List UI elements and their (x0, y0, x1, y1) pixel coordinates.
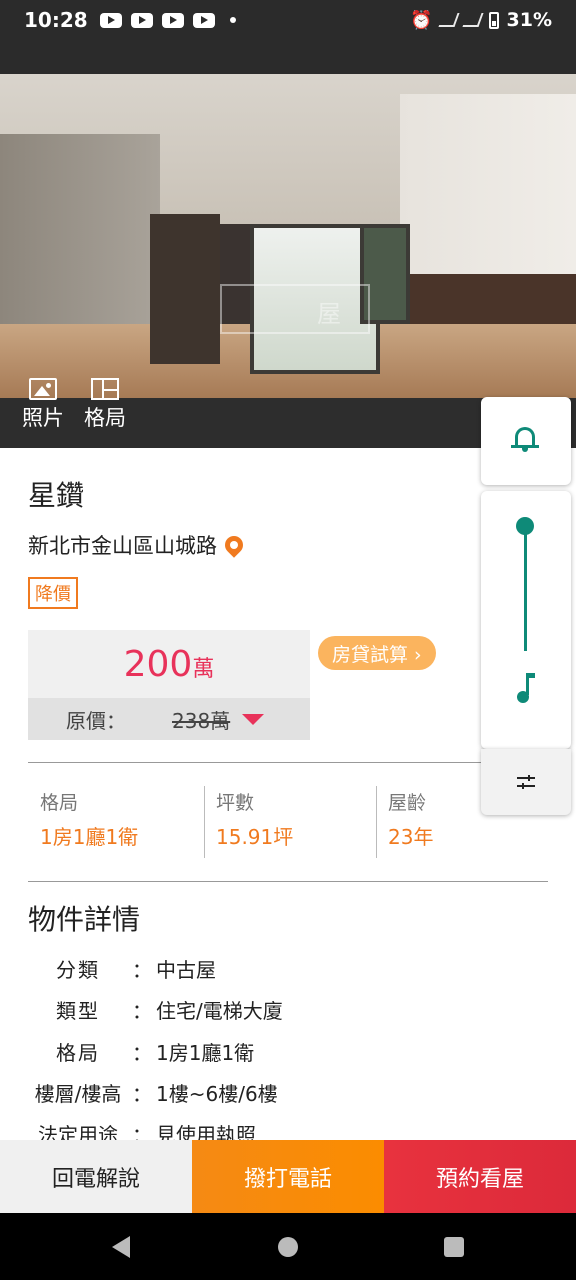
spec-value: 23年 (388, 825, 434, 849)
volume-settings-button[interactable] (481, 749, 571, 815)
detail-colon: ： (132, 998, 152, 1023)
notification-toggle[interactable] (481, 397, 571, 485)
original-price-value: 238萬 (172, 708, 231, 733)
detail-value: 1房1廳1衛 (156, 1040, 255, 1065)
photo-cabinet (150, 214, 220, 364)
detail-row: 分類 ： 中古屋 (28, 950, 216, 986)
spec-label: 坪數 (216, 792, 255, 814)
price-unit: 萬 (192, 657, 215, 682)
detail-key: 樓層/樓高 (34, 1081, 122, 1106)
map-pin-icon[interactable] (221, 532, 247, 558)
price-box: 200萬 原價： 238萬 (28, 630, 310, 740)
price-down-icon (242, 713, 265, 725)
status-bar: 10:28 ⏰ 31% (0, 0, 576, 40)
current-price: 200萬 (28, 644, 310, 685)
spec-age: 屋齡 23年 (388, 788, 433, 858)
bell-clapper (522, 448, 528, 452)
home-icon[interactable] (278, 1237, 298, 1257)
signal-icon (437, 13, 460, 27)
photo-icon (29, 378, 57, 400)
detail-colon: ： (132, 1040, 152, 1065)
divider (376, 786, 377, 858)
back-icon[interactable] (112, 1236, 130, 1258)
detail-key: 類型 (56, 998, 100, 1023)
detail-key: 分類 (56, 957, 100, 982)
detail-row: 樓層/樓高 ： 1樓~6樓/6樓 (28, 1074, 278, 1110)
details-title: 物件詳情 (28, 903, 141, 936)
spec-value: 1房1廳1衛 (40, 825, 139, 849)
listing-address[interactable]: 新北市金山區山城路 (28, 530, 247, 560)
floorplan-button[interactable]: 格局 (84, 378, 126, 432)
listing-photo[interactable]: 屋 照片 格局 (0, 74, 576, 448)
bell-icon (511, 427, 539, 448)
spec-value: 15.91坪 (216, 825, 294, 849)
photos-button[interactable]: 照片 (22, 378, 64, 432)
status-indicators: ⏰ 31% (410, 9, 552, 31)
spec-area: 坪數 15.91坪 (216, 788, 293, 858)
music-note-icon[interactable] (517, 673, 535, 703)
app-bar (0, 40, 576, 74)
youtube-notification-icon (192, 12, 215, 28)
floorplan-label: 格局 (84, 406, 126, 430)
detail-row: 類型 ： 住宅/電梯大廈 (28, 991, 283, 1027)
mortgage-calculator-button[interactable]: 房貸試算 › (318, 636, 436, 670)
clock: 10:28 (24, 8, 88, 32)
recent-apps-icon[interactable] (444, 1237, 464, 1257)
battery-level: 31% (506, 9, 552, 31)
alarm-icon: ⏰ (410, 9, 433, 31)
divider (28, 881, 548, 882)
detail-colon: ： (132, 957, 152, 982)
youtube-notification-icon (130, 12, 153, 28)
signal-icon (461, 13, 484, 27)
detail-value: 中古屋 (156, 957, 216, 982)
price-value: 200 (123, 644, 193, 685)
call-button[interactable]: 撥打電話 (192, 1140, 384, 1213)
photos-label: 照片 (22, 406, 64, 430)
price-drop-badge: 降價 (28, 577, 78, 609)
floorplan-icon (91, 378, 119, 400)
volume-panel (481, 491, 571, 749)
spec-label: 屋齡 (388, 792, 427, 814)
system-nav-bar (0, 1213, 576, 1280)
youtube-notification-icon (161, 12, 184, 28)
more-notifications-icon (229, 17, 236, 23)
action-bar: 回電解說 撥打電話 預約看屋 (0, 1140, 576, 1213)
watermark-text: 屋 (317, 300, 341, 328)
detail-row: 格局 ： 1房1廳1衛 (28, 1033, 254, 1069)
original-price-label: 原價： (66, 708, 126, 733)
spec-layout: 格局 1房1廳1衛 (40, 788, 138, 858)
youtube-notification-icon (99, 12, 122, 28)
volume-slider-knob[interactable] (516, 517, 534, 535)
callback-button[interactable]: 回電解說 (0, 1140, 192, 1213)
tune-icon (517, 775, 535, 789)
divider (28, 762, 482, 763)
detail-value: 住宅/電梯大廈 (156, 998, 283, 1023)
original-price-row: 原價： 238萬 (28, 698, 310, 740)
volume-slider-track[interactable] (524, 527, 527, 651)
watermark-logo: 屋 (220, 284, 370, 334)
detail-value: 1樓~6樓/6樓 (156, 1081, 278, 1106)
address-text: 新北市金山區山城路 (28, 534, 217, 558)
divider (204, 786, 205, 858)
battery-icon (488, 11, 499, 29)
detail-colon: ： (132, 1081, 152, 1106)
listing-title: 星鑽 (28, 479, 85, 512)
spec-label: 格局 (40, 792, 79, 814)
book-viewing-button[interactable]: 預約看屋 (384, 1140, 576, 1213)
detail-key: 格局 (56, 1040, 100, 1065)
